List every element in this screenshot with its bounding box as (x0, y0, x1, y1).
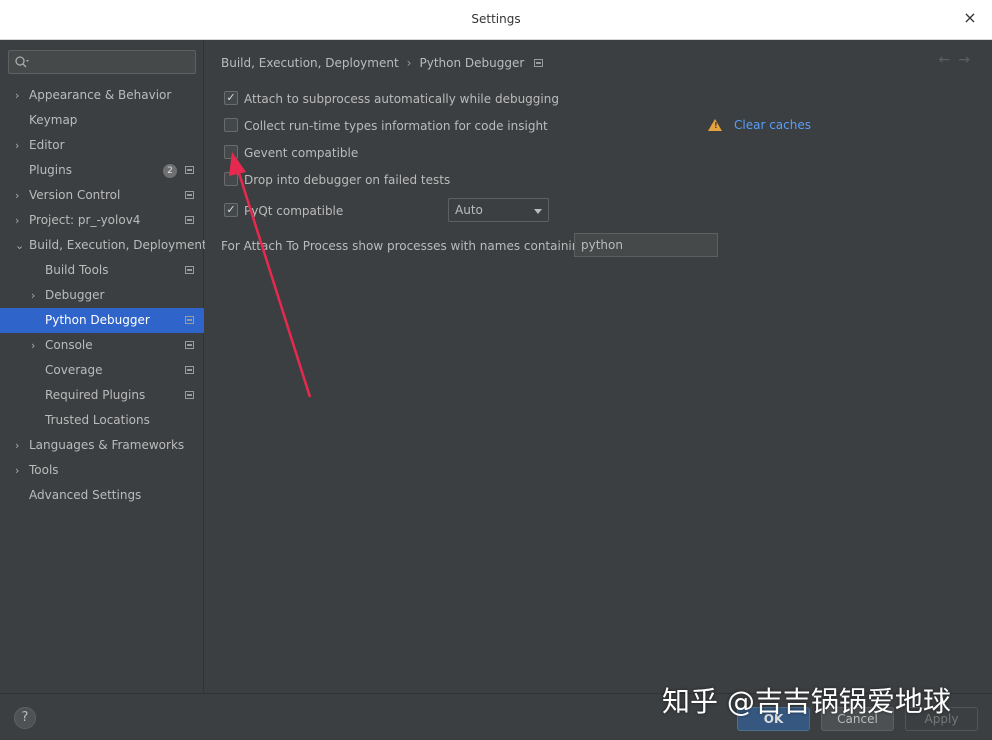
help-icon[interactable]: ? (14, 707, 36, 729)
watermark: 知乎 @吉吉锅锅爱地球 (662, 685, 951, 718)
annotation-arrow-shaft (236, 169, 312, 398)
annotation-arrow-head (229, 152, 246, 176)
annotation-arrow (229, 152, 312, 398)
